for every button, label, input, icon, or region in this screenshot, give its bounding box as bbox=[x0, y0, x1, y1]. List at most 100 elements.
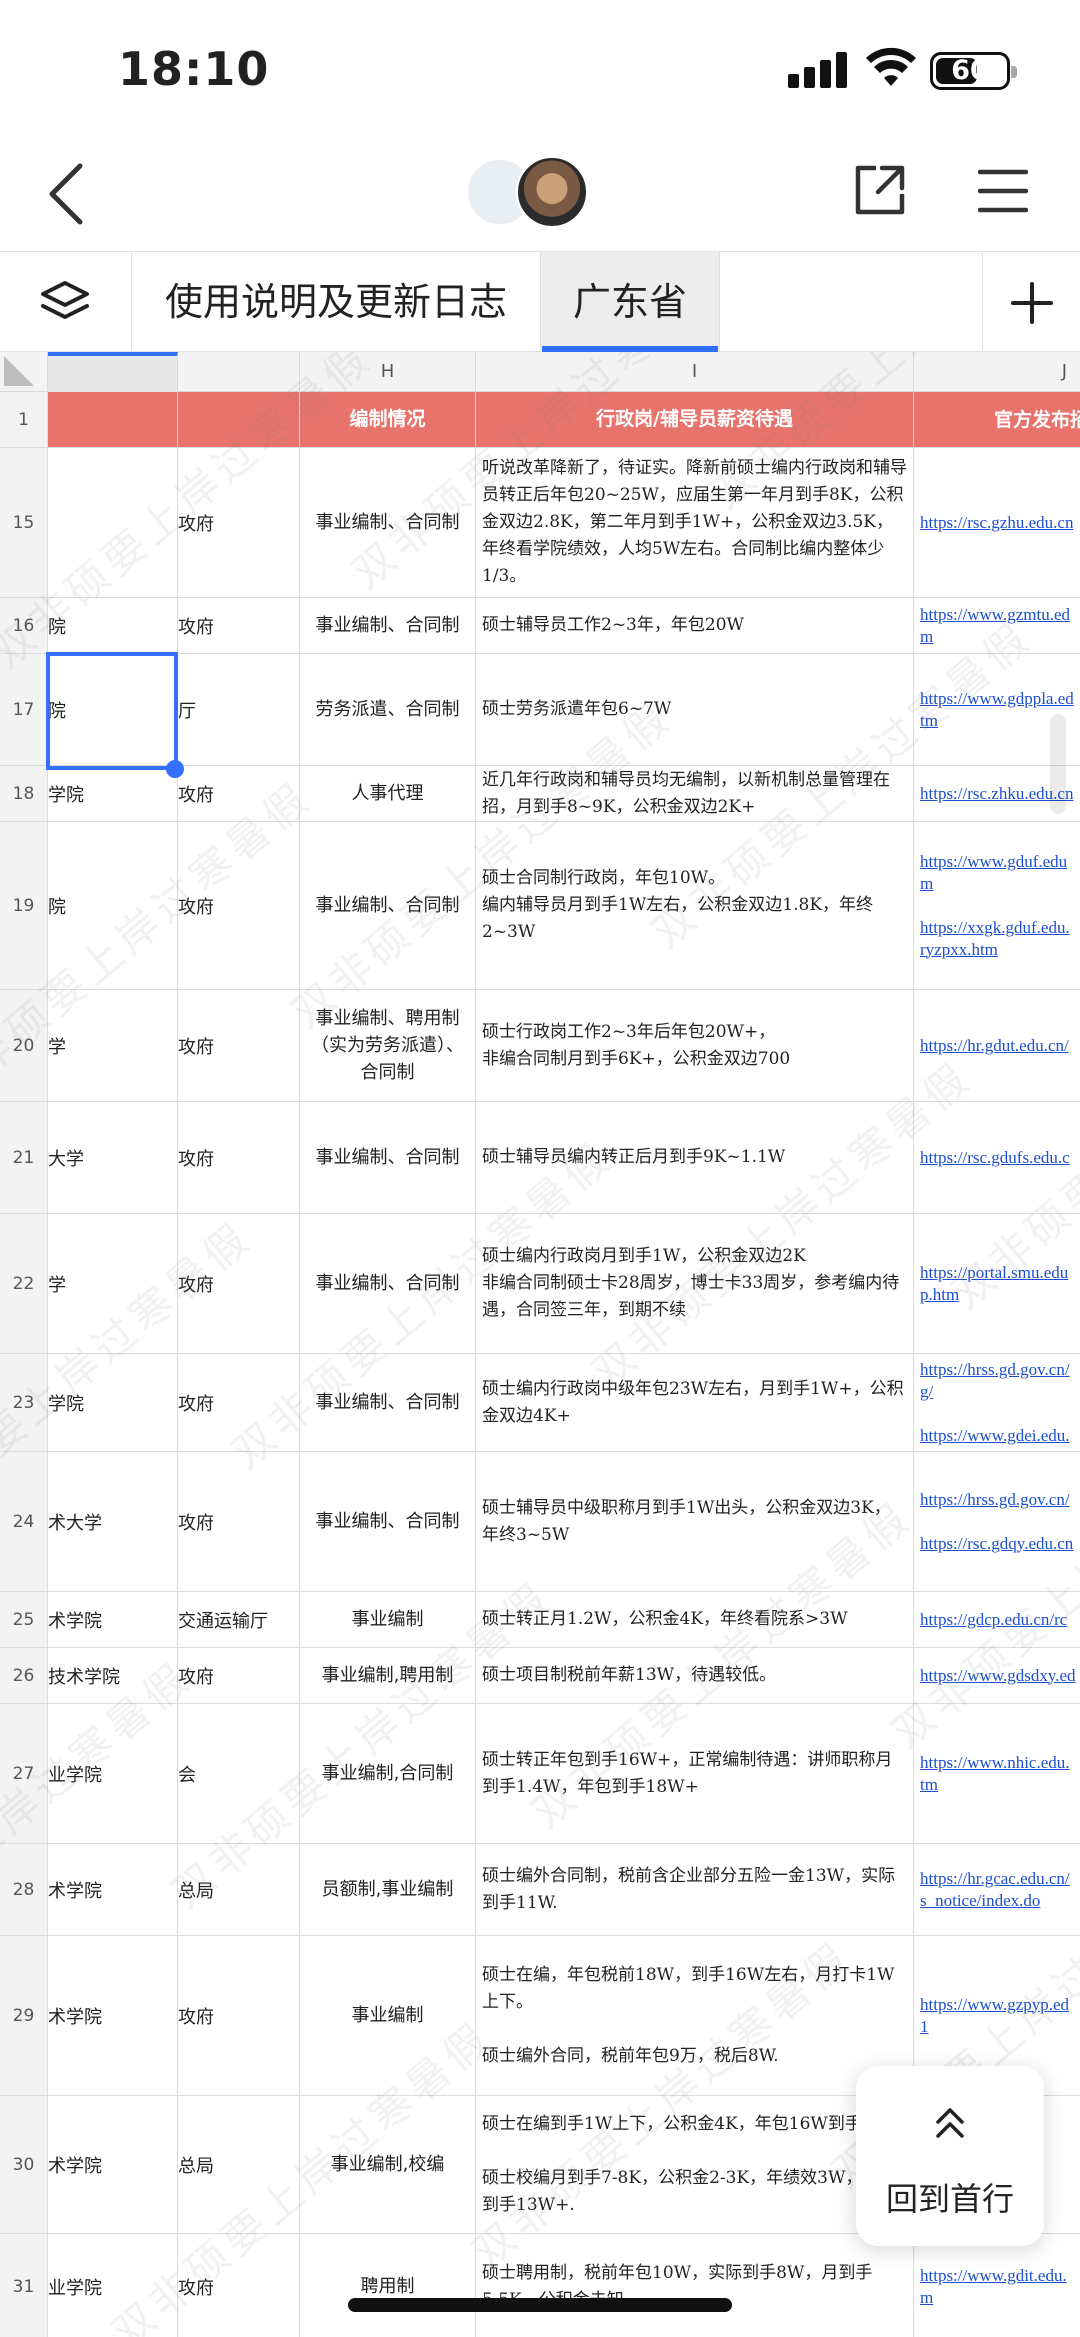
cell-authority[interactable]: 交通运输厅 bbox=[178, 1592, 300, 1647]
cell-school[interactable] bbox=[48, 448, 178, 597]
cell-establishment[interactable]: 事业编制、合同制 bbox=[300, 1102, 476, 1213]
share-icon[interactable] bbox=[852, 162, 908, 218]
cell-official-link-text[interactable]: https://www.gduf.edu m https://xxgk.gduf… bbox=[920, 851, 1070, 961]
cell-official-link-text[interactable]: https://gdcp.edu.cn/rc bbox=[920, 1609, 1067, 1631]
cell-salary[interactable]: 听说改革降新了，待证实。降新前硕士编内行政岗和辅导员转正后年包20~25W，应届… bbox=[476, 448, 914, 597]
row-number[interactable]: 21 bbox=[0, 1102, 48, 1213]
cell-official-link[interactable]: https://www.gdit.edu. m bbox=[914, 2234, 1080, 2337]
cell-school[interactable]: 术学院 bbox=[48, 1844, 178, 1935]
cell-authority[interactable]: 攻府 bbox=[178, 1354, 300, 1451]
select-all-corner[interactable] bbox=[0, 352, 48, 392]
back-icon[interactable] bbox=[44, 162, 88, 226]
cell-official-link-text[interactable]: https://hr.gdut.edu.cn/ bbox=[920, 1035, 1069, 1057]
column-header-j[interactable]: J bbox=[914, 352, 1080, 392]
cell-school[interactable]: 院 bbox=[48, 822, 178, 989]
row-number[interactable]: 26 bbox=[0, 1648, 48, 1703]
cell-salary[interactable]: 硕士转正年包到手16W+，正常编制待遇：讲师职称月到手1.4W，年包到手18W+ bbox=[476, 1704, 914, 1843]
cell-establishment[interactable]: 事业编制、聘用制（实为劳务派遣）、合同制 bbox=[300, 990, 476, 1101]
header-cell-establishment[interactable]: 编制情况 bbox=[300, 392, 476, 447]
cell-establishment[interactable]: 聘用制 bbox=[300, 2234, 476, 2337]
cell-official-link[interactable]: https://portal.smu.edu p.htm bbox=[914, 1214, 1080, 1353]
cell-official-link-text[interactable]: https://www.gzmtu.ed m bbox=[920, 604, 1070, 648]
cell-establishment[interactable]: 人事代理 bbox=[300, 766, 476, 821]
cell-school[interactable]: 学院 bbox=[48, 766, 178, 821]
vertical-scrollbar[interactable] bbox=[1050, 714, 1066, 814]
cell-salary[interactable]: 硕士行政岗工作2~3年后年包20W+， 非编合同制月到手6K+，公积金双边700 bbox=[476, 990, 914, 1101]
row-number[interactable]: 29 bbox=[0, 1936, 48, 2095]
cell-salary[interactable]: 硕士辅导员工作2~3年，年包20W bbox=[476, 598, 914, 653]
cell-salary[interactable]: 硕士在编，年包税前18W，到手16W左右，月打卡1W上下。 硕士编外合同，税前年… bbox=[476, 1936, 914, 2095]
cell-official-link-text[interactable]: https://hrss.gd.gov.cn/ https://rsc.gdqy… bbox=[920, 1489, 1073, 1555]
cell-authority[interactable]: 攻府 bbox=[178, 1936, 300, 2095]
header-cell[interactable] bbox=[178, 392, 300, 447]
cell-authority[interactable]: 会 bbox=[178, 1704, 300, 1843]
row-number[interactable]: 25 bbox=[0, 1592, 48, 1647]
cell-salary[interactable]: 硕士劳务派遣年包6~7W bbox=[476, 654, 914, 765]
cell-authority[interactable]: 攻府 bbox=[178, 1102, 300, 1213]
cell-establishment[interactable]: 员额制,事业编制 bbox=[300, 1844, 476, 1935]
cell-salary[interactable]: 硕士编外合同制，税前含企业部分五险一金13W，实际到手11W. bbox=[476, 1844, 914, 1935]
cell-authority[interactable]: 攻府 bbox=[178, 990, 300, 1101]
cell-school[interactable]: 学 bbox=[48, 990, 178, 1101]
cell-authority[interactable]: 总局 bbox=[178, 2096, 300, 2233]
cell-official-link-text[interactable]: https://hr.gcac.edu.cn/ s_notice/index.d… bbox=[920, 1868, 1070, 1912]
cell-authority[interactable]: 攻府 bbox=[178, 822, 300, 989]
cell-school[interactable]: 术大学 bbox=[48, 1452, 178, 1591]
cell-establishment[interactable]: 事业编制 bbox=[300, 1592, 476, 1647]
home-indicator[interactable] bbox=[348, 2298, 732, 2312]
cell-official-link[interactable]: https://gdcp.edu.cn/rc bbox=[914, 1592, 1080, 1647]
cell-school[interactable]: 术学院 bbox=[48, 2096, 178, 2233]
cell-school[interactable]: 院 bbox=[48, 654, 178, 765]
cell-salary[interactable]: 硕士编内行政岗月到手1W，公积金双边2K 非编合同制硕士卡28周岁，博士卡33周… bbox=[476, 1214, 914, 1353]
header-cell[interactable] bbox=[48, 392, 178, 447]
cell-salary[interactable]: 近几年行政岗和辅导员均无编制，以新机制总量管理在招，月到手8~9K，公积金双边2… bbox=[476, 766, 914, 821]
cell-school[interactable]: 学 bbox=[48, 1214, 178, 1353]
cell-official-link-text[interactable]: https://www.gdsdxy.ed bbox=[920, 1665, 1076, 1687]
header-cell-official[interactable]: 官方发布招 bbox=[914, 392, 1080, 447]
cell-school[interactable]: 院 bbox=[48, 598, 178, 653]
cell-school[interactable]: 技术学院 bbox=[48, 1648, 178, 1703]
row-number[interactable]: 23 bbox=[0, 1354, 48, 1451]
cell-official-link-text[interactable]: https://rsc.gdufs.edu.c bbox=[920, 1147, 1070, 1169]
cell-establishment[interactable]: 事业编制、合同制 bbox=[300, 598, 476, 653]
cell-school[interactable]: 业学院 bbox=[48, 1704, 178, 1843]
cell-official-link[interactable]: https://www.gzmtu.ed m bbox=[914, 598, 1080, 653]
cell-establishment[interactable]: 事业编制、合同制 bbox=[300, 1354, 476, 1451]
column-header-g[interactable] bbox=[178, 352, 300, 392]
cell-official-link[interactable]: https://rsc.gdufs.edu.c bbox=[914, 1102, 1080, 1213]
row-number[interactable]: 17 bbox=[0, 654, 48, 765]
cell-official-link[interactable]: https://www.gdsdxy.ed bbox=[914, 1648, 1080, 1703]
cell-school[interactable]: 术学院 bbox=[48, 1592, 178, 1647]
cell-authority[interactable]: 攻府 bbox=[178, 448, 300, 597]
row-number[interactable]: 28 bbox=[0, 1844, 48, 1935]
row-number[interactable]: 16 bbox=[0, 598, 48, 653]
cell-official-link[interactable]: https://www.gduf.edu m https://xxgk.gduf… bbox=[914, 822, 1080, 989]
cell-establishment[interactable]: 事业编制,聘用制 bbox=[300, 1648, 476, 1703]
cell-official-link[interactable]: https://hrss.gd.gov.cn/ g/ https://www.g… bbox=[914, 1354, 1080, 1451]
cell-salary[interactable]: 硕士辅导员中级职称月到手1W出头，公积金双边3K，年终3~5W bbox=[476, 1452, 914, 1591]
cell-establishment[interactable]: 事业编制、合同制 bbox=[300, 822, 476, 989]
cell-authority[interactable]: 攻府 bbox=[178, 1452, 300, 1591]
row-number[interactable]: 1 bbox=[0, 392, 48, 447]
cell-salary[interactable]: 硕士辅导员编内转正后月到手9K~1.1W bbox=[476, 1102, 914, 1213]
tab-usage-guide[interactable]: 使用说明及更新日志 bbox=[134, 252, 538, 352]
header-cell-salary[interactable]: 行政岗/辅导员薪资待遇 bbox=[476, 392, 914, 447]
cell-salary[interactable]: 硕士编内行政岗中级年包23W左右，月到手1W+，公积金双边4K+ bbox=[476, 1354, 914, 1451]
selection-handle[interactable] bbox=[166, 760, 184, 778]
cell-school[interactable]: 大学 bbox=[48, 1102, 178, 1213]
cell-salary[interactable]: 硕士合同制行政岗，年包10W。 编内辅导员月到手1W左右，公积金双边1.8K，年… bbox=[476, 822, 914, 989]
cell-official-link[interactable]: https://rsc.gzhu.edu.cn bbox=[914, 448, 1080, 597]
cell-official-link[interactable]: https://hr.gdut.edu.cn/ bbox=[914, 990, 1080, 1101]
cell-official-link-text[interactable]: https://hrss.gd.gov.cn/ g/ https://www.g… bbox=[920, 1359, 1070, 1447]
cell-establishment[interactable]: 事业编制、合同制 bbox=[300, 448, 476, 597]
column-header-h[interactable]: H bbox=[300, 352, 476, 392]
cell-official-link-text[interactable]: https://www.gdit.edu. m bbox=[920, 2265, 1067, 2309]
cell-salary[interactable]: 硕士聘用制，税前年包10W，实际到手8W，月到手5.5K，公积金未知。 bbox=[476, 2234, 914, 2337]
cell-official-link-text[interactable]: https://rsc.gzhu.edu.cn bbox=[920, 512, 1073, 534]
cell-establishment[interactable]: 劳务派遣、合同制 bbox=[300, 654, 476, 765]
sheet-list-button[interactable] bbox=[0, 252, 132, 352]
row-number[interactable]: 27 bbox=[0, 1704, 48, 1843]
menu-icon[interactable] bbox=[978, 166, 1028, 216]
cell-establishment[interactable]: 事业编制 bbox=[300, 1936, 476, 2095]
row-number[interactable]: 18 bbox=[0, 766, 48, 821]
